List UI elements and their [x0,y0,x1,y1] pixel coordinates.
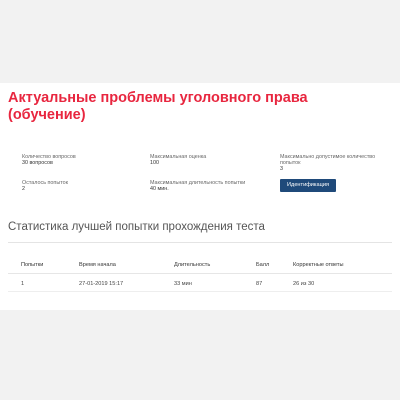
section-divider [8,242,392,243]
header-score: Балл [256,262,270,268]
identification-button[interactable]: Идентификация [280,179,336,192]
page-title: Актуальные проблемы уголовного права (об… [8,90,308,123]
header-attempts: Попытки [21,262,44,268]
max-duration-value: 40 мин. [150,186,169,193]
cell-correct-answers: 26 из 30 [293,281,315,287]
max-attempts-info: Максимально допустимое количество попыто… [280,154,390,173]
max-duration-info: Максимальная длительность попытки 40 мин… [150,180,245,192]
max-score-info: Максимальная оценка 100 [150,154,206,166]
cell-attempt: 1 [21,281,25,287]
attempts-left-value: 2 [22,186,25,193]
max-attempts-value: 3 [280,166,283,173]
attempts-left-info: Осталось попыток 2 [22,180,68,192]
questions-value: 30 вопросов [22,160,53,167]
header-duration: Длительность [174,262,211,268]
table-row: 1 27-01-2019 15:17 33 мин 87 26 из 30 [8,274,392,292]
cell-duration: 33 мин [174,281,192,287]
max-score-value: 100 [150,160,159,167]
attempts-left-label: Осталось попыток [22,180,68,186]
table-header-row: Попытки Время начала Длительность Балл К… [8,256,392,274]
stats-table: Попытки Время начала Длительность Балл К… [8,256,392,292]
max-attempts-label: Максимально допустимое количество попыто… [280,154,376,167]
cell-score: 87 [256,281,263,287]
questions-info: Количество вопросов 30 вопросов [22,154,76,166]
row-divider [8,291,392,292]
cell-start-time: 27-01-2019 15:17 [79,281,124,287]
stats-section-title: Статистика лучшей попытки прохождения те… [8,221,265,233]
header-correct-answers: Корректные ответы [293,262,344,268]
header-start-time: Время начала [79,262,116,268]
